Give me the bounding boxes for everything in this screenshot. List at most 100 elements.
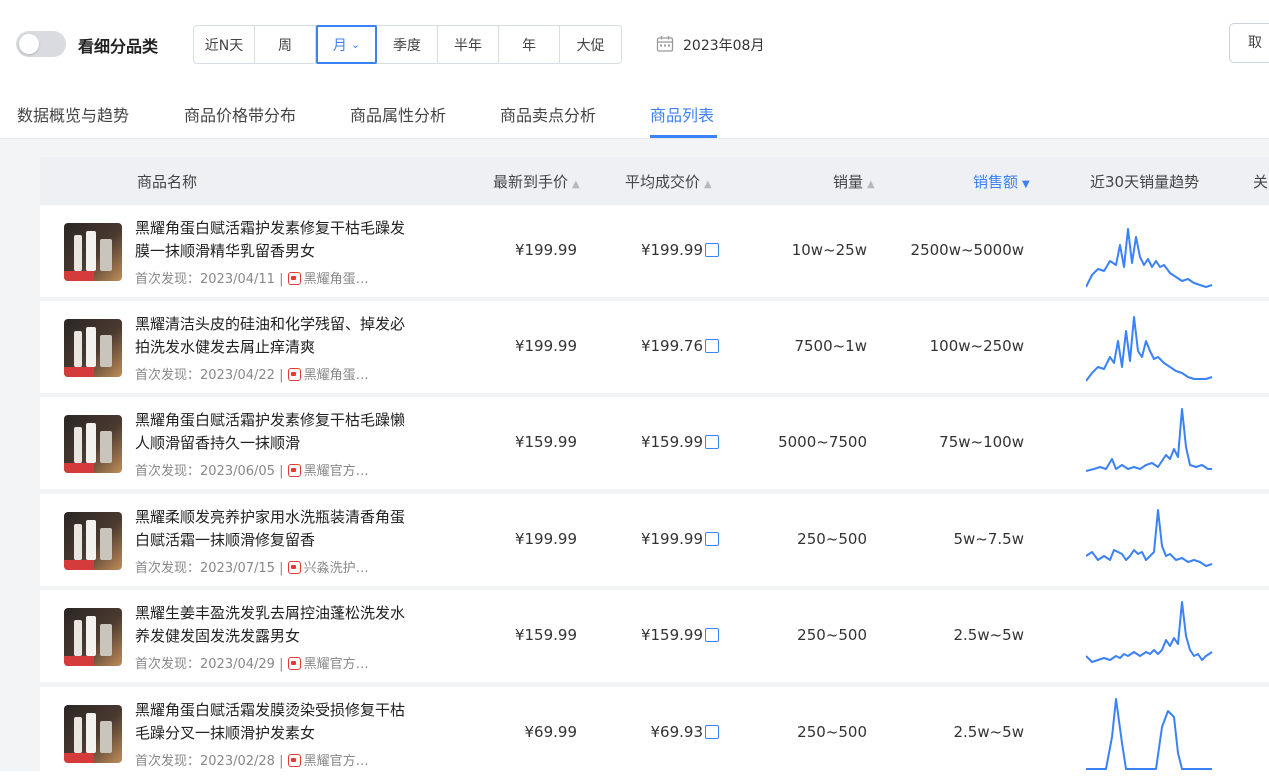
sales-trend-sparkline[interactable] xyxy=(1086,504,1216,579)
period-quarter[interactable]: 季度 xyxy=(377,26,438,63)
product-title[interactable]: 黑耀角蛋白赋活霜护发素修复干枯毛躁懒人顺滑留香持久一抹顺滑 xyxy=(135,409,405,455)
table-row[interactable]: 黑耀柔顺发亮养护家用水洗瓶装清香角蛋白赋活霜一抹顺滑修复留香 首次发现：2023/… xyxy=(40,494,1269,586)
first-seen-info: 首次发现：2023/06/05 | 黑耀官方… xyxy=(135,464,369,479)
latest-price-value: ¥159.99 xyxy=(514,433,577,451)
product-title[interactable]: 黑耀柔顺发亮养护家用水洗瓶装清香角蛋白赋活霜一抹顺滑修复留香 xyxy=(135,506,405,552)
avg-price-value: ¥199.76 xyxy=(640,337,703,355)
sales-trend-sparkline[interactable] xyxy=(1086,311,1216,386)
first-seen-label: 首次发现： xyxy=(135,368,201,383)
first-seen-label: 首次发现： xyxy=(135,754,201,769)
product-thumbnail[interactable] xyxy=(64,608,122,666)
first-seen-date: 2023/04/29 xyxy=(200,657,275,672)
shop-name[interactable]: 黑耀官方… xyxy=(304,464,369,479)
sales-trend-sparkline[interactable] xyxy=(1086,407,1216,482)
date-picker-value[interactable]: 2023年08月 xyxy=(683,35,764,55)
sales-trend-sparkline[interactable] xyxy=(1086,600,1216,675)
shop-name[interactable]: 黑耀官方… xyxy=(304,657,369,672)
calendar-icon[interactable] xyxy=(656,35,674,53)
shop-name[interactable]: 黑耀角蛋… xyxy=(304,368,369,383)
subcategory-toggle[interactable] xyxy=(16,31,66,57)
product-thumbnail[interactable] xyxy=(64,512,122,570)
avg-price-value: ¥159.99 xyxy=(640,433,703,451)
first-seen-info: 首次发现：2023/04/11 | 黑耀角蛋… xyxy=(135,272,369,287)
product-thumbnail[interactable] xyxy=(64,705,122,763)
period-promotion[interactable]: 大促 xyxy=(560,26,621,63)
tab-product-list[interactable]: 商品列表 xyxy=(650,102,714,126)
first-seen-info: 首次发现：2023/04/29 | 黑耀官方… xyxy=(135,657,369,672)
sales-amount-value: 2.5w~5w xyxy=(953,626,1024,644)
first-seen-date: 2023/07/15 xyxy=(200,561,275,576)
sales-amount-value: 2500w~5000w xyxy=(910,241,1024,259)
header-sales-volume[interactable]: 销量 ▲︎ xyxy=(833,171,875,192)
sort-icon: ▲︎ xyxy=(704,179,712,190)
tab-overview-trend[interactable]: 数据概览与趋势 xyxy=(17,102,129,126)
avg-price-value: ¥199.99 xyxy=(640,241,703,259)
shop-name[interactable]: 兴淼洗护… xyxy=(304,561,369,576)
latest-price-value: ¥69.99 xyxy=(524,723,578,741)
product-title[interactable]: 黑耀生姜丰盈洗发乳去屑控油蓬松洗发水养发健发固发洗发露男女 xyxy=(135,602,405,648)
product-thumbnail[interactable] xyxy=(64,319,122,377)
price-trend-icon[interactable] xyxy=(705,628,719,642)
period-month[interactable]: 月 ⌄ xyxy=(316,25,377,64)
table-row[interactable]: 黑耀角蛋白赋活霜护发素修复干枯毛躁发膜一抹顺滑精华乳留香男女首次发现：2023/… xyxy=(40,205,1269,297)
price-trend-icon[interactable] xyxy=(705,243,719,257)
tab-selling-points[interactable]: 商品卖点分析 xyxy=(500,102,596,126)
sort-icon: ▲︎ xyxy=(572,179,580,190)
shop-icon xyxy=(287,464,301,477)
sales-volume-value: 250~500 xyxy=(797,626,867,644)
shop-name[interactable]: 黑耀角蛋… xyxy=(304,272,369,287)
sort-icon: ▲︎ xyxy=(867,179,875,190)
table-header: 商品名称 最新到手价 ▲︎ 平均成交价 ▲︎ 销量 ▲︎ 销售额 ▼︎ 近30天销量趋势… xyxy=(40,157,1269,205)
header-30day-trend: 近30天销量趋势 xyxy=(1090,173,1200,191)
header-avg-price[interactable]: 平均成交价 ▲︎ xyxy=(625,171,712,192)
sales-volume-value: 250~500 xyxy=(797,530,867,548)
product-thumbnail[interactable] xyxy=(64,415,122,473)
toggle-knob xyxy=(19,34,39,54)
avg-price-cell: ¥199.99 xyxy=(641,530,719,548)
header-sales-amount[interactable]: 销售额 ▼︎ xyxy=(973,171,1030,192)
period-year[interactable]: 年 xyxy=(499,26,560,63)
sales-amount-value: 100w~250w xyxy=(929,337,1024,355)
latest-price-value: ¥199.99 xyxy=(514,530,577,548)
avg-price-cell: ¥159.99 xyxy=(641,433,719,451)
avg-price-value: ¥159.99 xyxy=(640,626,703,644)
sales-trend-sparkline[interactable] xyxy=(1086,697,1216,772)
analysis-tabs: 数据概览与趋势 商品价格带分布 商品属性分析 商品卖点分析 商品列表 xyxy=(0,90,1269,139)
first-seen-info: 首次发现：2023/04/22 | 黑耀角蛋… xyxy=(135,368,369,383)
sales-trend-sparkline[interactable] xyxy=(1086,215,1216,290)
header-latest-price[interactable]: 最新到手价 ▲︎ xyxy=(493,171,580,192)
product-title[interactable]: 黑耀角蛋白赋活霜护发素修复干枯毛躁发膜一抹顺滑精华乳留香男女 xyxy=(135,217,405,263)
latest-price-value: ¥199.99 xyxy=(514,241,577,259)
sales-volume-value: 10w~25w xyxy=(791,241,867,259)
period-selector: 近N天 周 月 ⌄ 季度 半年 年 大促 xyxy=(193,25,622,64)
chevron-down-icon: ⌄ xyxy=(350,38,361,51)
price-trend-icon[interactable] xyxy=(705,532,719,546)
product-thumbnail[interactable] xyxy=(64,223,122,281)
latest-price-value: ¥199.99 xyxy=(514,337,577,355)
first-seen-date: 2023/04/11 xyxy=(200,272,275,287)
period-week[interactable]: 周 xyxy=(255,26,316,63)
product-title[interactable]: 黑耀角蛋白赋活霜发膜烫染受损修复干枯毛躁分叉一抹顺滑护发素女 xyxy=(135,699,405,745)
period-near-n-days[interactable]: 近N天 xyxy=(194,26,255,63)
table-row[interactable]: 黑耀角蛋白赋活霜发膜烫染受损修复干枯毛躁分叉一抹顺滑护发素女首次发现：2023/… xyxy=(40,687,1269,779)
shop-icon xyxy=(287,561,301,574)
cancel-button[interactable]: 取 xyxy=(1229,23,1269,63)
filter-bar: 看细分品类 近N天 周 月 ⌄ 季度 半年 年 大促 2023年08月 取 xyxy=(0,0,1269,90)
tab-price-band[interactable]: 商品价格带分布 xyxy=(184,102,296,126)
period-half-year[interactable]: 半年 xyxy=(438,26,499,63)
price-trend-icon[interactable] xyxy=(705,725,719,739)
product-title[interactable]: 黑耀清洁头皮的硅油和化学残留、掉发必拍洗发水健发去屑止痒清爽 xyxy=(135,313,405,359)
latest-price-value: ¥159.99 xyxy=(514,626,577,644)
first-seen-date: 2023/02/28 xyxy=(200,754,275,769)
table-row[interactable]: 黑耀角蛋白赋活霜护发素修复干枯毛躁懒人顺滑留香持久一抹顺滑首次发现：2023/0… xyxy=(40,397,1269,489)
table-row[interactable]: 黑耀清洁头皮的硅油和化学残留、掉发必拍洗发水健发去屑止痒清爽首次发现：2023/… xyxy=(40,301,1269,393)
table-row[interactable]: 黑耀生姜丰盈洗发乳去屑控油蓬松洗发水养发健发固发洗发露男女首次发现：2023/0… xyxy=(40,590,1269,682)
first-seen-date: 2023/06/05 xyxy=(200,464,275,479)
tab-attribute-analysis[interactable]: 商品属性分析 xyxy=(350,102,446,126)
price-trend-icon[interactable] xyxy=(705,435,719,449)
price-trend-icon[interactable] xyxy=(705,339,719,353)
header-more: 关 xyxy=(1253,173,1269,191)
shop-name[interactable]: 黑耀官方… xyxy=(304,754,369,769)
shop-icon xyxy=(287,754,301,767)
avg-price-cell: ¥159.99 xyxy=(641,626,719,644)
